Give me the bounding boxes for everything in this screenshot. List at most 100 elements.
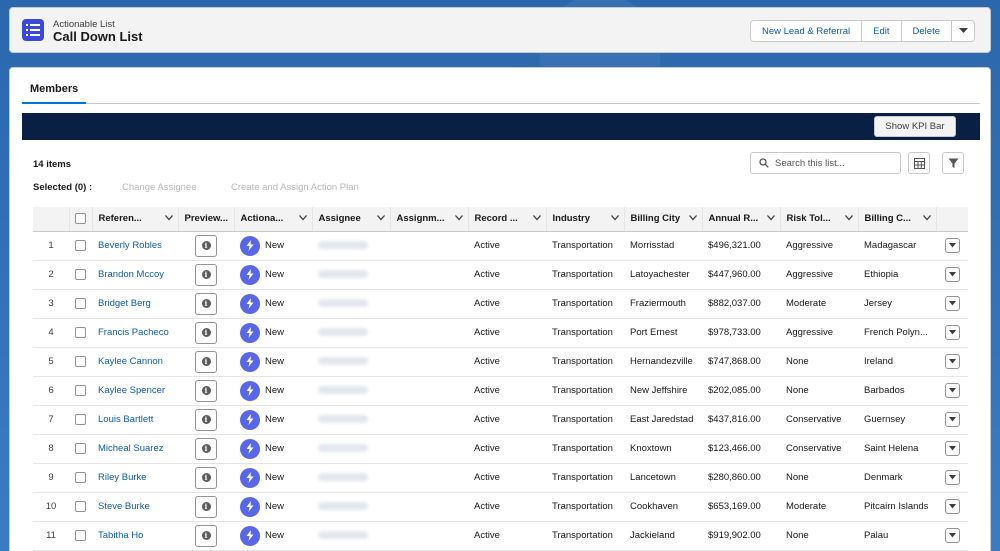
row-checkbox[interactable] [75,384,86,396]
filter-button[interactable] [942,152,964,174]
change-assignee-button[interactable]: Change Assignee [122,182,196,193]
preview-button[interactable]: i [195,466,217,489]
column-header[interactable]: Actiona... [234,207,313,232]
row-checkbox[interactable] [75,268,86,280]
lightning-icon[interactable] [240,467,260,488]
preview-button[interactable]: i [195,263,217,286]
members-table: Referen... Preview... Actiona... Assigne… [33,207,968,551]
table-view-button[interactable] [908,152,930,174]
preview-button[interactable]: i [195,524,217,547]
preview-button[interactable]: i [195,292,217,315]
reference-link[interactable]: Kaylee Spencer [98,385,165,396]
reference-link[interactable]: Beverly Robles [98,240,162,251]
industry-cell: Transportation [546,376,624,406]
industry-cell: Transportation [546,463,624,493]
row-checkbox[interactable] [75,500,86,512]
column-header[interactable]: Industry [546,207,625,232]
show-kpi-bar-button[interactable]: Show KPI Bar [874,116,956,137]
edit-button[interactable]: Edit [862,21,902,41]
preview-button[interactable]: i [195,408,217,431]
preview-button[interactable]: i [195,321,217,344]
column-header[interactable]: Assignee [312,207,391,232]
lightning-icon[interactable] [240,525,260,546]
column-header[interactable]: Annual R... [702,207,781,232]
lightning-icon[interactable] [240,351,260,372]
new-lead-referral-button[interactable]: New Lead & Referral [750,21,863,41]
column-header[interactable]: Risk Tol... [780,207,859,232]
delete-button[interactable]: Delete [901,21,952,41]
reference-link[interactable]: Brandon Mccoy [98,269,164,280]
row-menu-button[interactable] [944,354,960,369]
row-menu-button[interactable] [944,470,960,485]
lightning-icon[interactable] [240,438,260,459]
assignee-cell [312,434,390,464]
row-menu-button[interactable] [944,528,960,543]
lightning-icon[interactable] [240,322,260,343]
row-checkbox[interactable] [75,297,86,309]
chevron-down-icon[interactable] [376,215,385,221]
lightning-icon[interactable] [240,293,260,314]
lightning-icon[interactable] [240,264,260,285]
row-checkbox[interactable] [75,471,86,483]
tab-members[interactable]: Members [22,83,87,104]
chevron-down-icon[interactable] [298,215,307,221]
row-menu-button[interactable] [944,412,960,427]
column-header[interactable]: Referen... [92,207,179,232]
reference-link[interactable]: Bridget Berg [98,298,151,309]
lightning-icon[interactable] [240,496,260,517]
preview-button[interactable]: i [195,437,217,460]
row-checkbox[interactable] [75,326,86,338]
select-all-checkbox[interactable] [75,213,86,225]
preview-button[interactable]: i [195,350,217,373]
row-number-header [33,207,70,232]
more-actions-button[interactable] [952,21,974,41]
row-checkbox[interactable] [75,442,86,454]
row-menu-button[interactable] [944,238,960,253]
preview-button[interactable]: i [195,234,217,257]
reference-link[interactable]: Francis Pacheco [98,327,169,338]
column-header[interactable]: Record ... [468,207,547,232]
chevron-down-icon [948,533,956,538]
reference-link[interactable]: Riley Burke [98,472,147,483]
chevron-down-icon[interactable] [844,215,853,221]
row-checkbox[interactable] [75,529,86,541]
row-menu-button[interactable] [944,296,960,311]
chevron-down-icon[interactable] [164,215,173,221]
preview-button[interactable]: i [195,495,217,518]
chevron-down-icon[interactable] [610,215,619,221]
reference-link[interactable]: Kaylee Cannon [98,356,163,367]
chevron-down-icon[interactable] [766,215,775,221]
chevron-down-icon[interactable] [688,215,697,221]
annual-revenue-cell: $447,960.00 [702,260,780,290]
lightning-icon[interactable] [240,380,260,401]
lightning-icon[interactable] [240,409,260,430]
assignment-cell [390,231,468,261]
chevron-down-icon[interactable] [922,215,931,221]
reference-link[interactable]: Tabitha Ho [98,530,143,541]
row-menu-button[interactable] [944,267,960,282]
row-checkbox[interactable] [75,355,86,367]
chevron-down-icon[interactable] [454,215,463,221]
table-row: 10 Steve Burke i New Active Transportati… [33,492,968,522]
search-input[interactable] [775,157,895,169]
row-menu-button[interactable] [944,325,960,340]
column-header[interactable]: Billing City [624,207,703,232]
row-checkbox[interactable] [75,239,86,251]
row-menu-button[interactable] [944,441,960,456]
row-menu-button[interactable] [944,383,960,398]
lightning-icon[interactable] [240,235,260,256]
chevron-down-icon [948,330,956,335]
column-header[interactable]: Assignm... [390,207,469,232]
reference-link[interactable]: Louis Bartlett [98,414,153,425]
row-checkbox[interactable] [75,413,86,425]
assignment-cell [390,405,468,435]
reference-link[interactable]: Micheal Suarez [98,443,163,454]
create-assign-action-plan-button[interactable]: Create and Assign Action Plan [231,182,359,193]
row-menu-button[interactable] [944,499,960,514]
preview-button[interactable]: i [195,379,217,402]
reference-link[interactable]: Steve Burke [98,501,150,512]
chevron-down-icon[interactable] [532,215,541,221]
column-header[interactable]: Billing C... [858,207,937,232]
row-actions-cell [936,318,968,348]
column-header[interactable]: Preview... [178,207,235,232]
